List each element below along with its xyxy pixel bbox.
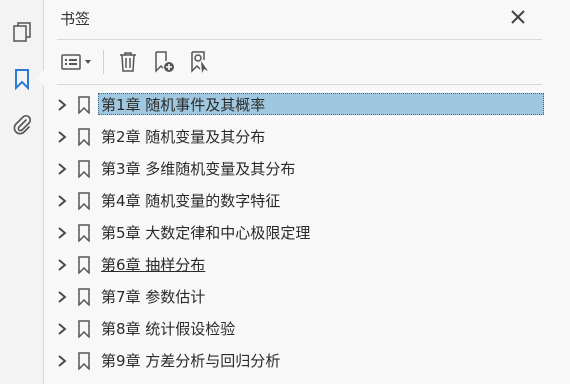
options-button[interactable] [57, 52, 97, 72]
divider [57, 39, 542, 40]
bookmark-icon [77, 320, 91, 339]
bookmark-icon [77, 288, 91, 307]
delete-icon[interactable] [114, 48, 142, 76]
bookmark-item[interactable]: 第5章 大数定律和中心极限定理 [45, 219, 570, 247]
bookmark-label[interactable]: 第3章 多维随机变量及其分布 [99, 158, 297, 180]
new-bookmark-icon[interactable] [150, 48, 178, 76]
chevron-right-icon[interactable] [55, 161, 69, 177]
pages-icon[interactable] [7, 17, 37, 47]
bookmark-icon [77, 192, 91, 211]
bookmark-item[interactable]: 第2章 随机变量及其分布 [45, 123, 570, 151]
bookmark-label[interactable]: 第7章 参数估计 [99, 286, 207, 308]
panel-title: 书签 [60, 10, 91, 28]
bookmark-item[interactable]: 第1章 随机事件及其概率 [45, 91, 570, 119]
bookmark-item[interactable]: 第7章 参数估计 [45, 283, 570, 311]
attachment-icon[interactable] [7, 110, 37, 140]
chevron-right-icon[interactable] [55, 193, 69, 209]
bookmark-item[interactable]: 第8章 统计假设检验 [45, 315, 570, 343]
bookmark-icon[interactable] [7, 64, 37, 94]
bookmark-label[interactable]: 第4章 随机变量的数字特征 [99, 190, 282, 212]
chevron-right-icon[interactable] [55, 257, 69, 273]
bookmark-label[interactable]: 第1章 随机事件及其概率 [98, 93, 544, 115]
navigation-rail [0, 0, 44, 384]
bookmark-label[interactable]: 第2章 随机变量及其分布 [99, 126, 267, 148]
chevron-right-icon[interactable] [55, 129, 69, 145]
bookmark-item[interactable]: 第9章 方差分析与回归分析 [45, 347, 570, 375]
new-bookmark-from-structure-icon[interactable] [186, 48, 214, 76]
bookmark-icon [77, 128, 91, 147]
chevron-right-icon[interactable] [55, 97, 69, 113]
bookmark-item[interactable]: 第4章 随机变量的数字特征 [45, 187, 570, 215]
chevron-right-icon[interactable] [55, 353, 69, 369]
bookmark-icon [77, 96, 91, 115]
bookmarks-panel: 书签 第1章 随机事件及其概率 第2章 随机变量及其分布第3章 多维随机变量及其分… [45, 0, 570, 384]
bookmark-label[interactable]: 第5章 大数定律和中心极限定理 [99, 222, 312, 244]
bookmark-label[interactable]: 第8章 统计假设检验 [99, 318, 237, 340]
active-indicator [36, 70, 44, 86]
close-icon[interactable] [506, 5, 530, 29]
bookmark-icon [77, 224, 91, 243]
chevron-right-icon[interactable] [55, 225, 69, 241]
bookmark-item[interactable]: 第6章 抽样分布 [45, 251, 570, 279]
bookmark-item[interactable]: 第3章 多维随机变量及其分布 [45, 155, 570, 183]
bookmark-icon [77, 256, 91, 275]
chevron-right-icon[interactable] [55, 289, 69, 305]
bookmark-icon [77, 160, 91, 179]
chevron-right-icon[interactable] [55, 321, 69, 337]
divider [57, 84, 542, 85]
bookmark-toolbar [57, 46, 222, 78]
toolbar-divider [103, 50, 104, 74]
bookmark-icon [77, 352, 91, 371]
bookmark-label[interactable]: 第9章 方差分析与回归分析 [99, 350, 282, 372]
bookmark-label[interactable]: 第6章 抽样分布 [99, 254, 207, 276]
